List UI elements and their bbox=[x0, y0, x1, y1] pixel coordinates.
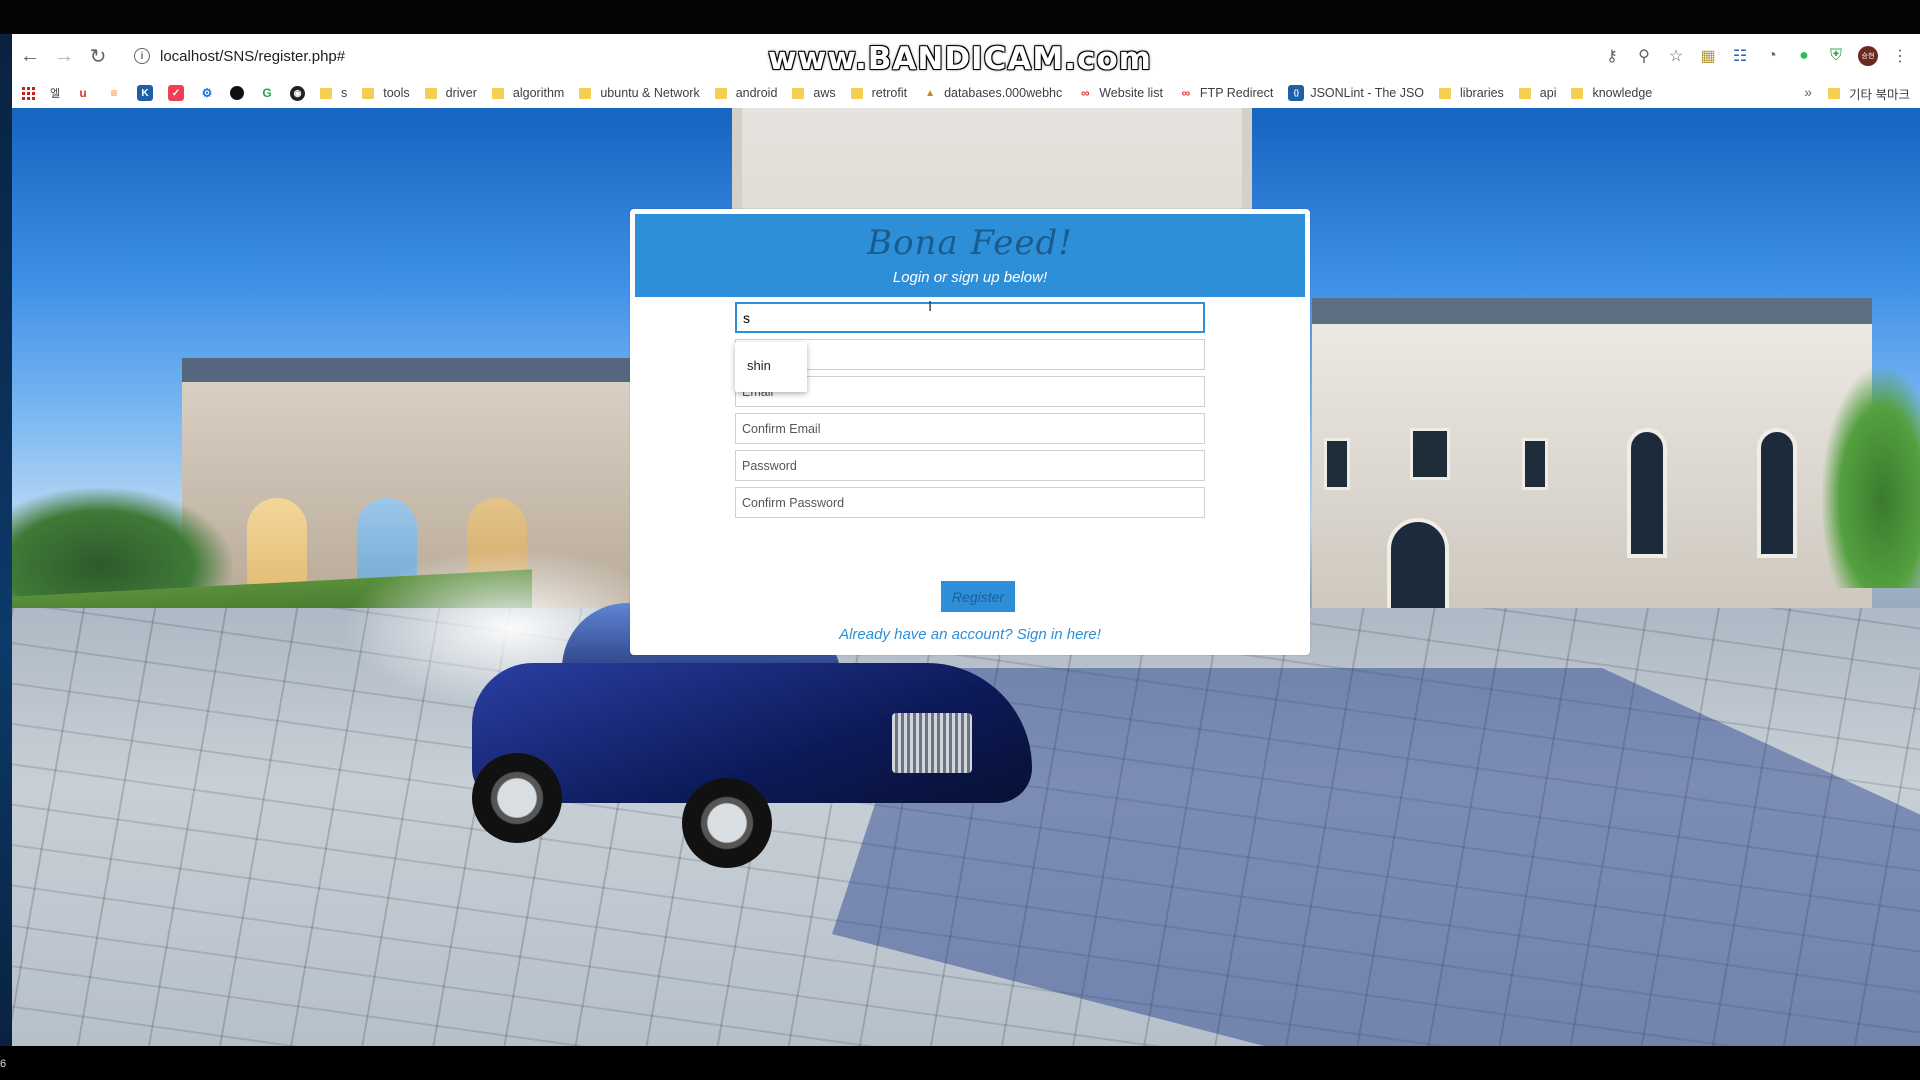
car-wheel bbox=[682, 778, 772, 868]
folder-icon bbox=[424, 87, 437, 99]
folder-icon bbox=[579, 87, 592, 99]
bookmark-folder[interactable]: aws bbox=[792, 86, 836, 100]
page-subtitle: Login or sign up below! bbox=[892, 269, 1048, 286]
shield-icon[interactable]: ⛨ bbox=[1822, 42, 1850, 70]
background-window bbox=[1324, 438, 1350, 490]
back-icon[interactable]: ← bbox=[14, 40, 46, 72]
folder-icon bbox=[320, 87, 332, 99]
background-door bbox=[1627, 428, 1667, 558]
zoom-icon[interactable]: ⚲ bbox=[1630, 42, 1658, 70]
more-bookmarks-icon[interactable]: » bbox=[1804, 84, 1812, 100]
menu-icon[interactable]: ⋮ bbox=[1886, 42, 1914, 70]
info-icon[interactable]: i bbox=[134, 48, 150, 64]
bookmark-link[interactable]: {} JSONLint - The JSO bbox=[1288, 85, 1424, 101]
screen-top-bar bbox=[0, 0, 1920, 34]
password-field[interactable] bbox=[735, 450, 1205, 481]
bookmark-folder[interactable]: api bbox=[1518, 86, 1556, 100]
autocomplete-dropdown[interactable]: shin bbox=[735, 342, 807, 392]
confirm-password-field[interactable] bbox=[735, 487, 1205, 518]
confirm-email-field[interactable] bbox=[735, 413, 1205, 444]
car-wheel bbox=[472, 753, 562, 843]
autocomplete-option[interactable]: shin bbox=[747, 358, 771, 373]
forward-icon[interactable]: → bbox=[48, 40, 80, 72]
extension-icon[interactable]: ▦ bbox=[1694, 42, 1722, 70]
toolbar-actions: ⚷ ⚲ ☆ ▦ ☷ ◔ ● ⛨ 승현 ⋮ bbox=[1598, 34, 1920, 78]
bookmark-folder[interactable]: tools bbox=[362, 86, 410, 100]
bookmark-link[interactable]: ▲ databases.000webhc bbox=[922, 85, 1062, 101]
browser-window: ← → ↻ i localhost/SNS/register.php# ⚷ ⚲ … bbox=[12, 34, 1920, 1046]
stackoverflow-icon[interactable]: ≡ bbox=[106, 85, 122, 101]
profile-avatar[interactable]: 승현 bbox=[1854, 42, 1882, 70]
address-bar[interactable]: i localhost/SNS/register.php# bbox=[120, 40, 1600, 72]
folder-icon bbox=[1439, 87, 1452, 99]
background-window bbox=[1522, 438, 1548, 490]
bookmark-folder[interactable]: ubuntu & Network bbox=[579, 86, 700, 100]
background-trees bbox=[1822, 368, 1920, 588]
background-window bbox=[1410, 428, 1450, 480]
register-button[interactable]: Register bbox=[941, 581, 1015, 612]
circle-icon[interactable] bbox=[230, 86, 244, 100]
car-grille bbox=[892, 713, 972, 773]
bookmark-link[interactable]: ∞ Website list bbox=[1077, 85, 1163, 101]
bookmark-folder[interactable]: retrofit bbox=[850, 86, 907, 100]
bookmark-folder[interactable]: android bbox=[714, 86, 777, 100]
bookmark-short-icon[interactable]: 엘 bbox=[47, 85, 63, 101]
bookmark-folder[interactable]: libraries bbox=[1439, 86, 1504, 100]
folder-icon bbox=[362, 87, 375, 99]
website-icon: ∞ bbox=[1080, 86, 1090, 100]
folder-icon bbox=[714, 87, 727, 99]
page-content: Bona Feed! Login or sign up below! I shi… bbox=[12, 108, 1920, 1046]
folder-icon bbox=[491, 87, 504, 99]
k-icon[interactable]: K bbox=[137, 85, 153, 101]
folder-icon bbox=[1518, 87, 1531, 99]
url-text: localhost/SNS/register.php# bbox=[160, 47, 346, 65]
background-door bbox=[1757, 428, 1797, 558]
github-icon[interactable]: ◉ bbox=[290, 85, 305, 101]
extension-icon[interactable]: ☷ bbox=[1726, 42, 1754, 70]
pocket-icon[interactable]: ✓ bbox=[168, 85, 184, 101]
bookmark-link[interactable]: ∞ FTP Redirect bbox=[1178, 85, 1274, 101]
screen-bottom-bar bbox=[0, 1046, 1920, 1080]
key-icon[interactable]: ⚷ bbox=[1598, 42, 1626, 70]
gear-icon[interactable]: ⚙ bbox=[199, 85, 215, 101]
other-bookmarks[interactable]: 기타 북마크 bbox=[1828, 78, 1910, 108]
desktop-edge bbox=[0, 34, 12, 1046]
star-icon[interactable]: ☆ bbox=[1662, 42, 1690, 70]
webhost-icon: ▲ bbox=[925, 87, 936, 99]
signin-link[interactable]: Already have an account? Sign in here! bbox=[635, 626, 1305, 643]
jsonlint-icon: {} bbox=[1288, 85, 1305, 101]
folder-icon bbox=[792, 87, 805, 99]
bookmark-folder[interactable]: algorithm bbox=[491, 86, 564, 100]
ftp-icon: ∞ bbox=[1181, 86, 1191, 100]
card-header: Bona Feed! Login or sign up below! bbox=[635, 214, 1305, 297]
g-icon[interactable]: G bbox=[259, 85, 275, 101]
background-door bbox=[1387, 518, 1449, 618]
folder-icon bbox=[1828, 87, 1841, 99]
evernote-icon[interactable]: ● bbox=[1790, 42, 1818, 70]
bookmark-folder[interactable]: knowledge bbox=[1571, 86, 1652, 100]
bookmark-folder[interactable]: s bbox=[320, 86, 347, 100]
pocket-icon[interactable]: ◔ bbox=[1758, 42, 1786, 70]
bookmark-folder[interactable]: driver bbox=[424, 86, 477, 100]
apps-icon[interactable] bbox=[22, 86, 35, 100]
folder-icon bbox=[850, 87, 863, 99]
taskbar-fragment: 6 bbox=[0, 1058, 7, 1070]
u-icon[interactable]: u bbox=[75, 85, 91, 101]
first-name-field[interactable] bbox=[735, 302, 1205, 333]
text-cursor-icon: I bbox=[928, 298, 933, 315]
register-card: Bona Feed! Login or sign up below! I shi… bbox=[630, 209, 1310, 655]
reload-icon[interactable]: ↻ bbox=[82, 40, 114, 72]
folder-icon bbox=[1571, 87, 1584, 99]
bookmarks-bar: 엘 u ≡ K ✓ ⚙ G ◉ s tools driver algorithm… bbox=[12, 78, 1920, 108]
page-title: Bona Feed! bbox=[867, 223, 1073, 263]
browser-toolbar: ← → ↻ i localhost/SNS/register.php# ⚷ ⚲ … bbox=[12, 34, 1920, 78]
